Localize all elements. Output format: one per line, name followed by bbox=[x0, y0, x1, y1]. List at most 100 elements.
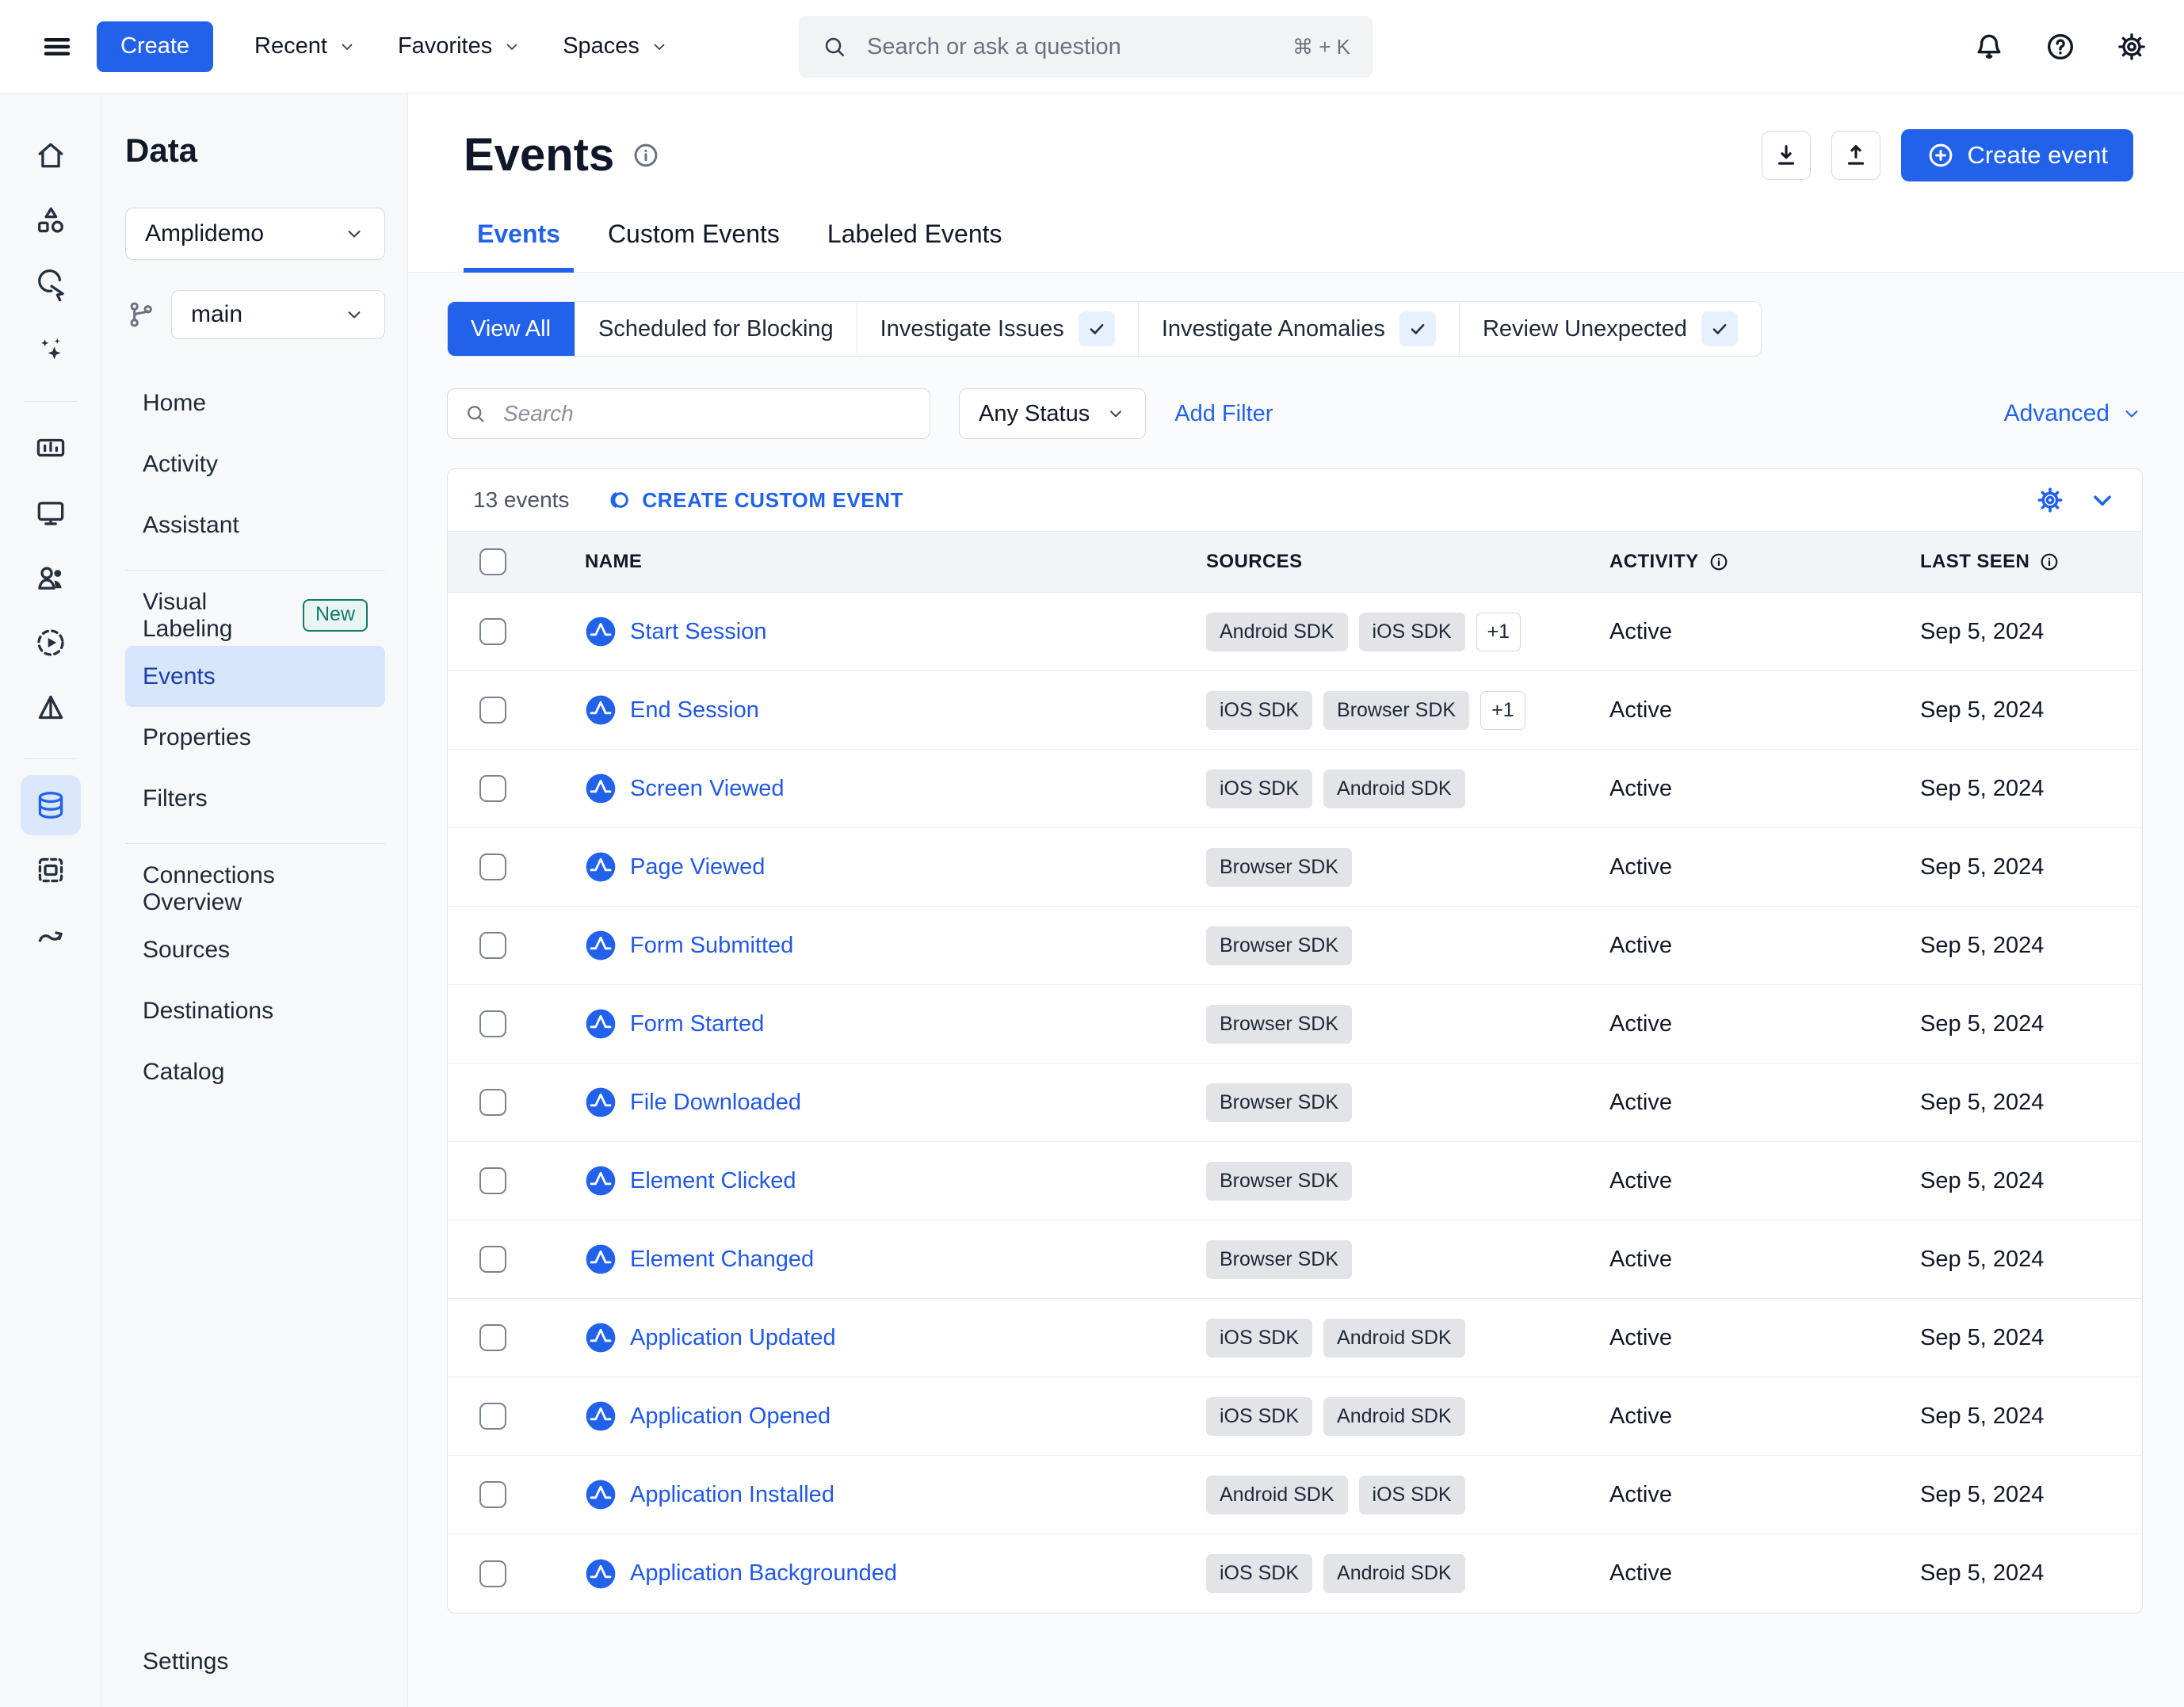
more-sources-chip[interactable]: +1 bbox=[1476, 612, 1522, 651]
info-icon[interactable] bbox=[632, 141, 660, 170]
global-search[interactable]: ⌘ + K bbox=[799, 16, 1373, 78]
sidebar-item-connections-overview[interactable]: Connections Overview bbox=[125, 858, 385, 919]
upload-button[interactable] bbox=[1831, 130, 1880, 180]
rail-item-data[interactable] bbox=[20, 775, 81, 835]
event-name-link[interactable]: Application Backgrounded bbox=[630, 1560, 897, 1587]
row-checkbox[interactable] bbox=[479, 1481, 506, 1508]
row-checkbox[interactable] bbox=[479, 1560, 506, 1587]
upload-icon bbox=[1847, 144, 1864, 165]
rail-item-charts[interactable] bbox=[21, 418, 81, 478]
segment-investigate-issues[interactable]: Investigate Issues bbox=[857, 302, 1139, 356]
table-settings-gear-icon[interactable] bbox=[2036, 486, 2064, 514]
sources-cell: iOS SDK Android SDK bbox=[1206, 1318, 1609, 1358]
hamburger-menu-icon[interactable] bbox=[35, 25, 79, 69]
bell-icon[interactable] bbox=[1972, 29, 2006, 64]
event-name-link[interactable]: Element Changed bbox=[630, 1247, 814, 1273]
plus-circle-icon bbox=[1929, 143, 1952, 166]
sidebar-item-destinations[interactable]: Destinations bbox=[125, 980, 385, 1041]
rail-item-objects[interactable] bbox=[21, 190, 81, 250]
event-name-link[interactable]: Application Updated bbox=[630, 1325, 836, 1351]
download-button[interactable] bbox=[1761, 130, 1811, 180]
select-all-checkbox[interactable] bbox=[479, 548, 506, 575]
rail-item-experiment[interactable] bbox=[21, 678, 81, 738]
sidebar-item-events[interactable]: Events bbox=[125, 646, 385, 707]
event-name-link[interactable]: End Session bbox=[630, 697, 759, 724]
top-nav: Recent Favorites Spaces bbox=[234, 33, 689, 59]
last-seen-cell: Sep 5, 2024 bbox=[1920, 1010, 2045, 1037]
event-name-link[interactable]: Application Installed bbox=[630, 1482, 834, 1508]
more-sources-chip[interactable]: +1 bbox=[1480, 690, 1525, 730]
event-name-link[interactable]: Page Viewed bbox=[630, 854, 765, 880]
row-checkbox[interactable] bbox=[479, 775, 506, 802]
activity-cell: Active bbox=[1609, 1010, 1672, 1037]
event-name-cell: Application Opened bbox=[585, 1400, 1206, 1432]
event-name-link[interactable]: File Downloaded bbox=[630, 1090, 801, 1116]
column-header-sources[interactable]: SOURCES bbox=[1206, 551, 1609, 573]
sidebar-item-filters[interactable]: Filters bbox=[125, 768, 385, 829]
tab-events[interactable]: Events bbox=[464, 220, 574, 273]
sidebar-item-catalog[interactable]: Catalog bbox=[125, 1041, 385, 1102]
row-checkbox[interactable] bbox=[479, 1246, 506, 1273]
gear-icon[interactable] bbox=[2114, 29, 2149, 64]
sidebar-item-assistant[interactable]: Assistant bbox=[125, 495, 385, 556]
row-checkbox[interactable] bbox=[479, 1167, 506, 1194]
segment-review-unexpected[interactable]: Review Unexpected bbox=[1460, 302, 1761, 356]
sidebar-item-visual-labeling[interactable]: Visual Labeling New bbox=[125, 585, 385, 646]
create-button[interactable]: Create bbox=[97, 21, 214, 72]
advanced-dropdown[interactable]: Advanced bbox=[2004, 400, 2143, 427]
event-name-link[interactable]: Application Opened bbox=[630, 1403, 830, 1430]
row-checkbox[interactable] bbox=[479, 1403, 506, 1430]
row-checkbox[interactable] bbox=[479, 854, 506, 880]
row-checkbox[interactable] bbox=[479, 1010, 506, 1037]
rail-item-users[interactable] bbox=[21, 548, 81, 608]
create-event-button[interactable]: Create event bbox=[1900, 128, 2133, 181]
segment-scheduled-for-blocking[interactable]: Scheduled for Blocking bbox=[575, 302, 857, 356]
event-name-link[interactable]: Start Session bbox=[630, 619, 766, 645]
event-name-link[interactable]: Element Clicked bbox=[630, 1168, 796, 1194]
column-header-last-seen[interactable]: LAST SEEN bbox=[1920, 551, 2142, 573]
segment-view-all[interactable]: View All bbox=[447, 302, 576, 356]
event-name-link[interactable]: Form Submitted bbox=[630, 933, 793, 959]
add-filter-link[interactable]: Add Filter bbox=[1174, 401, 1273, 427]
column-header-activity[interactable]: ACTIVITY bbox=[1609, 551, 1920, 573]
event-name-link[interactable]: Screen Viewed bbox=[630, 776, 785, 802]
sidebar-item-sources[interactable]: Sources bbox=[125, 919, 385, 980]
top-nav-recent[interactable]: Recent bbox=[234, 33, 377, 59]
row-checkbox[interactable] bbox=[479, 618, 506, 645]
row-checkbox[interactable] bbox=[479, 1089, 506, 1116]
row-checkbox[interactable] bbox=[479, 1324, 506, 1351]
home-icon bbox=[33, 138, 68, 173]
row-checkbox[interactable] bbox=[479, 932, 506, 959]
top-nav-favorites[interactable]: Favorites bbox=[377, 33, 542, 59]
tab-custom-events[interactable]: Custom Events bbox=[594, 220, 793, 273]
rail-item-session-replay[interactable] bbox=[21, 613, 81, 673]
rail-item-home[interactable] bbox=[21, 125, 81, 185]
table-search[interactable] bbox=[447, 388, 930, 439]
row-checkbox[interactable] bbox=[479, 697, 506, 724]
sources-cell: iOS SDK Android SDK bbox=[1206, 1396, 1609, 1436]
table-collapse-chevron-icon[interactable] bbox=[2088, 486, 2117, 514]
column-header-name[interactable]: NAME bbox=[585, 551, 1206, 573]
amplitude-event-icon bbox=[586, 1480, 616, 1510]
segment-investigate-anomalies[interactable]: Investigate Anomalies bbox=[1139, 302, 1460, 356]
table-search-input[interactable] bbox=[502, 400, 914, 427]
create-custom-event-button[interactable]: CREATE CUSTOM EVENT bbox=[605, 487, 903, 513]
event-name-link[interactable]: Form Started bbox=[630, 1011, 764, 1037]
rail-item-displays[interactable] bbox=[21, 483, 81, 543]
global-search-input[interactable] bbox=[865, 32, 1276, 61]
project-select[interactable]: Amplidemo bbox=[125, 208, 385, 260]
sidebar-item-activity[interactable]: Activity bbox=[125, 433, 385, 495]
top-nav-spaces[interactable]: Spaces bbox=[542, 33, 689, 59]
rail-item-ai-sparkles[interactable] bbox=[21, 320, 81, 380]
sidebar-item-home[interactable]: Home bbox=[125, 372, 385, 433]
status-select[interactable]: Any Status bbox=[959, 388, 1147, 439]
sidebar-item-settings[interactable]: Settings bbox=[143, 1648, 228, 1675]
help-icon[interactable] bbox=[2043, 29, 2078, 64]
branch-select[interactable]: main bbox=[171, 290, 385, 339]
rail-item-journeys[interactable] bbox=[21, 905, 81, 965]
tab-labeled-events[interactable]: Labeled Events bbox=[814, 220, 1016, 273]
source-chip: Browser SDK bbox=[1206, 1083, 1353, 1122]
sidebar-item-properties[interactable]: Properties bbox=[125, 707, 385, 768]
rail-item-pointer-click[interactable] bbox=[21, 255, 81, 315]
rail-item-labels[interactable] bbox=[21, 840, 81, 900]
